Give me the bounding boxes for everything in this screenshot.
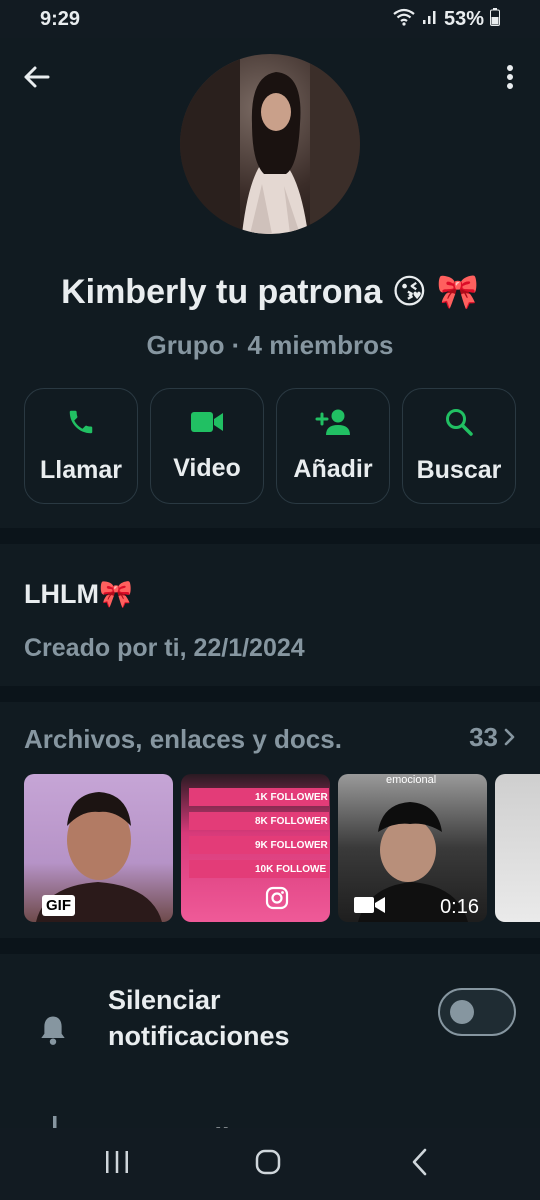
toggle-knob: [450, 1000, 474, 1024]
settings-section: Silenciar notificaciones Personalizar: [0, 954, 540, 1128]
follower-list: 1K FOLLOWER 8K FOLLOWER 9K FOLLOWER 10K …: [189, 788, 329, 884]
status-bar: 9:29 53%: [0, 0, 540, 38]
created-by-text: Creado por ti, 22/1/2024: [24, 634, 305, 662]
home-button[interactable]: [248, 1148, 288, 1180]
media-thumbnails: GIF 1K FOLLOWER 8K FOLLOWER 9K FOLLOWER …: [24, 774, 540, 922]
search-icon: [444, 407, 474, 442]
group-member-count: Grupo · 4 miembros: [146, 330, 394, 360]
bell-icon: [38, 1014, 68, 1051]
avatar-photo: [180, 54, 360, 234]
mute-notifications-label: Silenciar notificaciones: [108, 985, 290, 1051]
video-camera-icon: [354, 895, 386, 920]
status-time: 9:29: [40, 8, 81, 30]
signal-icon: [422, 9, 438, 30]
mute-toggle[interactable]: [438, 988, 516, 1036]
video-label: Video: [173, 454, 241, 482]
customize-notifications-row[interactable]: Personalizar: [0, 1104, 540, 1128]
customize-label: Personalizar: [108, 1120, 269, 1128]
more-vert-icon: [506, 64, 514, 95]
wifi-icon: [392, 8, 416, 31]
media-thumb-partial[interactable]: [495, 774, 540, 922]
action-buttons: Llamar Video Añadir Buscar: [24, 388, 516, 504]
video-duration: 0:16: [440, 895, 479, 918]
group-description: LHLM🎀: [24, 579, 133, 609]
instagram-icon: [265, 886, 289, 915]
profile-card: Kimberly tu patrona 😘 🎀 Grupo · 4 miembr…: [0, 38, 540, 528]
recent-apps-button[interactable]: [97, 1148, 137, 1180]
media-section: Archivos, enlaces y docs. 33 GIF 1K FOLL…: [0, 702, 540, 938]
media-count-link[interactable]: 33: [469, 722, 516, 753]
phone-icon: [66, 407, 96, 442]
video-call-button[interactable]: Video: [150, 388, 264, 504]
media-thumb-video[interactable]: emocional 0:16: [338, 774, 487, 922]
group-description-card[interactable]: LHLM🎀 Creado por ti, 22/1/2024: [0, 544, 540, 686]
media-thumb-gif[interactable]: GIF: [24, 774, 173, 922]
video-info-bar: 0:16: [338, 892, 487, 922]
call-label: Llamar: [40, 456, 122, 484]
follower-row: 8K FOLLOWER: [189, 812, 329, 830]
chevron-right-icon: [504, 722, 516, 753]
group-info-screen: Kimberly tu patrona 😘 🎀 Grupo · 4 miembr…: [0, 38, 540, 1128]
media-title[interactable]: Archivos, enlaces y docs.: [24, 724, 342, 755]
call-button[interactable]: Llamar: [24, 388, 138, 504]
mute-notifications-row[interactable]: Silenciar notificaciones: [0, 980, 540, 1080]
battery-percent: 53%: [443, 8, 484, 30]
battery-icon: [490, 8, 500, 31]
group-avatar[interactable]: [180, 54, 360, 234]
chevron-left-icon: [411, 1148, 429, 1181]
video-camera-icon: [190, 409, 224, 440]
system-nav-bar: [0, 1128, 540, 1200]
home-icon: [255, 1149, 281, 1180]
add-label: Añadir: [293, 455, 373, 483]
media-count: 33: [469, 722, 498, 752]
gif-badge: GIF: [42, 895, 75, 916]
add-member-button[interactable]: Añadir: [276, 388, 390, 504]
media-thumb-image[interactable]: 1K FOLLOWER 8K FOLLOWER 9K FOLLOWER 10K …: [181, 774, 330, 922]
group-name[interactable]: Kimberly tu patrona 😘 🎀: [0, 272, 540, 312]
search-label: Buscar: [416, 456, 502, 484]
follower-row: 10K FOLLOWE: [189, 860, 329, 878]
add-person-icon: [315, 408, 351, 441]
arrow-left-icon: [22, 65, 50, 94]
back-button[interactable]: [18, 64, 54, 94]
music-note-icon: [38, 1116, 64, 1128]
search-button[interactable]: Buscar: [402, 388, 516, 504]
more-options-button[interactable]: [500, 64, 520, 94]
status-icons: 53%: [392, 8, 500, 31]
follower-row: 1K FOLLOWER: [189, 788, 329, 806]
follower-row: 9K FOLLOWER: [189, 836, 329, 854]
recent-apps-icon: [104, 1150, 130, 1179]
back-nav-button[interactable]: [400, 1148, 440, 1180]
